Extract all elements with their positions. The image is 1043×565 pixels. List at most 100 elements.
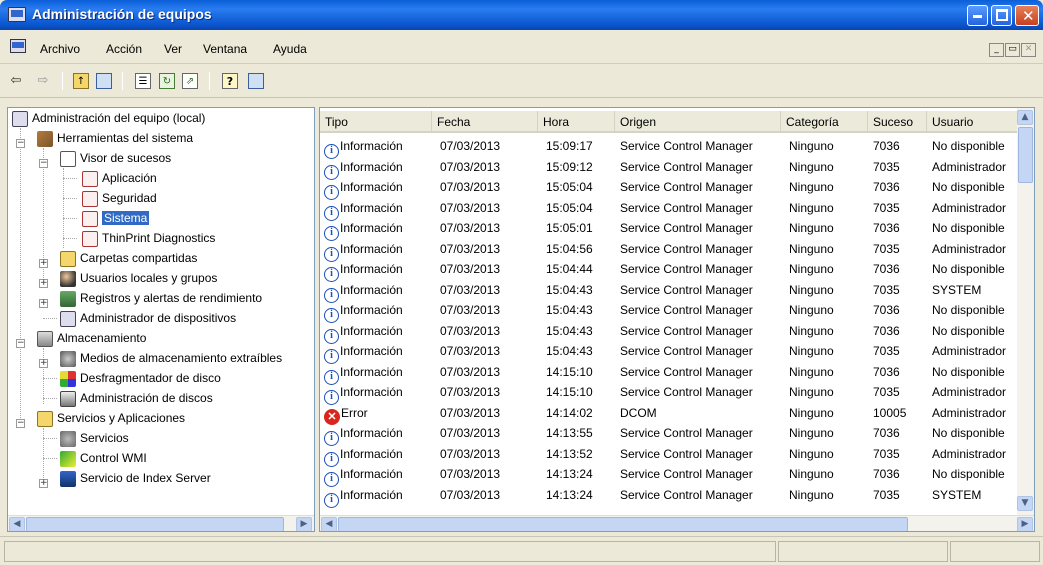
event-cell: 7036 [873,262,900,276]
title-bar[interactable]: Administración de equipos ✕ [0,0,1043,30]
tree-item-servicios-aplicaciones[interactable]: Servicios y Aplicaciones [37,408,185,428]
scroll-right-icon[interactable]: ▶ [296,517,312,531]
table-row[interactable]: i Información 07/03/2013 14:15:10 Service Co… [320,382,1034,405]
list-vscrollbar[interactable]: ▲ ▼ [1017,108,1034,515]
source-cell: Service Control Manager [620,282,753,297]
tree-item-servicios[interactable]: Servicios [60,428,129,448]
expand-icon[interactable]: + [39,279,48,288]
source-cell: Service Control Manager [620,262,753,276]
table-row[interactable]: i Información 07/03/2013 15:05:01 Service Co… [320,218,1034,241]
table-row[interactable]: i Información 07/03/2013 14:13:24 Service Co… [320,464,1034,487]
expand-icon[interactable]: + [39,479,48,488]
table-row[interactable]: i Información 07/03/2013 15:09:12 Service Co… [320,157,1034,180]
scroll-thumb[interactable] [1018,127,1033,183]
console-icon[interactable] [248,73,264,89]
table-row[interactable]: i Información 07/03/2013 15:04:43 Service Co… [320,300,1034,323]
tree-hscrollbar[interactable]: ◀ ▶ [8,515,314,531]
type-label: Información [340,262,403,276]
child-restore-icon[interactable]: ▭ [1005,43,1020,57]
date-cell: 07/03/2013 [440,221,501,235]
tree-root[interactable]: Administración del equipo (local) [12,108,205,128]
menu-archivo[interactable]: Archivo [40,42,80,56]
column-header-hora[interactable]: Hora [538,111,615,133]
tree-item-wmi[interactable]: Control WMI [60,448,147,468]
tree-item-discos[interactable]: Administración de discos [60,388,213,408]
table-row[interactable]: ✕ Error 07/03/2013 14:14:02 DCOM Ninguno 10005… [320,403,1034,425]
expand-icon[interactable]: + [39,259,48,268]
forward-arrow-icon[interactable]: ⇨ [35,73,51,89]
column-header-suceso[interactable]: Suceso [868,111,927,133]
time-cell: 14:13:52 [546,446,593,461]
table-row[interactable]: i Información 07/03/2013 15:04:56 Service Co… [320,239,1034,262]
child-minimize-icon[interactable]: _ [989,43,1004,57]
tree-item-medios[interactable]: Medios de almacenamiento extraíbles [60,348,282,368]
tree-item-index-server[interactable]: Servicio de Index Server [60,468,211,488]
child-close-icon[interactable]: ✕ [1021,43,1036,57]
scroll-left-icon[interactable]: ◀ [321,517,337,531]
tree-item-registros[interactable]: Registros y alertas de rendimiento [60,288,262,308]
type-label: Información [340,139,403,153]
app-menu-icon[interactable] [10,39,26,53]
scroll-down-icon[interactable]: ▼ [1017,496,1033,511]
tree-item-desfragmentador[interactable]: Desfragmentador de disco [60,368,221,388]
column-header-usuario[interactable]: Usuario [927,111,1019,133]
column-header-origen[interactable]: Origen [615,111,781,133]
scroll-thumb[interactable] [26,517,284,531]
column-header-tipo[interactable]: Tipo [320,111,432,133]
properties-icon[interactable]: ☰ [135,73,151,89]
menu-ayuda[interactable]: Ayuda [273,42,307,56]
tree-item-aplicacion[interactable]: Aplicación [82,168,157,188]
export-icon[interactable]: ⇗ [182,73,198,89]
collapse-icon[interactable]: − [16,339,25,348]
table-row[interactable]: i Información 07/03/2013 15:09:17 Service Co… [320,136,1034,159]
expand-icon[interactable]: + [39,299,48,308]
time-cell: 14:14:02 [546,405,593,420]
scroll-up-icon[interactable]: ▲ [1017,110,1033,125]
tree-item-herramientas[interactable]: Herramientas del sistema [37,128,193,148]
collapse-icon[interactable]: − [16,139,25,148]
table-row[interactable]: i Información 07/03/2013 14:13:24 Service Co… [320,485,1034,508]
table-row[interactable]: i Información 07/03/2013 15:04:43 Service Co… [320,280,1034,303]
table-row[interactable]: i Información 07/03/2013 15:05:04 Service Co… [320,198,1034,221]
show-tree-icon[interactable] [96,73,112,89]
status-bar [0,536,1043,565]
table-row[interactable]: i Información 07/03/2013 14:13:52 Service Co… [320,444,1034,467]
scroll-left-icon[interactable]: ◀ [9,517,25,531]
scroll-right-icon[interactable]: ▶ [1017,517,1033,531]
list-hscrollbar[interactable]: ◀ ▶ [320,515,1034,531]
tree-item-thinprint[interactable]: ThinPrint Diagnostics [82,228,215,248]
close-button[interactable]: ✕ [1015,5,1039,26]
column-header-categoria[interactable]: Categoría [781,111,868,133]
status-section [950,541,1040,562]
table-row[interactable]: i Información 07/03/2013 14:13:55 Service Co… [320,423,1034,446]
tree-item-dispositivos[interactable]: Administrador de dispositivos [60,308,236,328]
menu-ver[interactable]: Ver [164,42,182,56]
tree-item-visor[interactable]: Visor de sucesos [60,148,171,168]
time-cell: 14:13:24 [546,487,593,502]
tree-item-carpetas[interactable]: Carpetas compartidas [60,248,197,268]
tree-item-sistema[interactable]: Sistema [82,208,150,228]
expand-icon[interactable]: + [39,359,48,368]
tree-item-almacenamiento[interactable]: Almacenamiento [37,328,146,348]
collapse-icon[interactable]: − [16,419,25,428]
help-icon[interactable]: ? [222,73,238,89]
back-arrow-icon[interactable]: ⇦ [8,73,24,89]
refresh-icon[interactable]: ↻ [159,73,175,89]
table-row[interactable]: i Información 07/03/2013 15:04:44 Service Co… [320,259,1034,282]
scroll-thumb[interactable] [338,517,908,531]
column-header-fecha[interactable]: Fecha [432,111,538,133]
maximize-button[interactable] [991,5,1012,26]
date-cell: 07/03/2013 [440,323,501,338]
up-folder-icon[interactable]: ↑ [73,73,89,89]
table-row[interactable]: i Información 07/03/2013 15:05:04 Service Co… [320,177,1034,200]
minimize-button[interactable] [967,5,988,26]
table-row[interactable]: i Información 07/03/2013 14:15:10 Service Co… [320,362,1034,385]
table-row[interactable]: i Información 07/03/2013 15:04:43 Service Co… [320,341,1034,364]
table-row[interactable]: i Información 07/03/2013 15:04:43 Service Co… [320,321,1034,344]
log-icon [82,190,98,207]
tree-item-seguridad[interactable]: Seguridad [82,188,157,208]
menu-accion[interactable]: Acción [106,42,142,56]
collapse-icon[interactable]: − [39,159,48,168]
menu-ventana[interactable]: Ventana [203,42,247,56]
tree-item-usuarios[interactable]: Usuarios locales y grupos [60,268,217,288]
